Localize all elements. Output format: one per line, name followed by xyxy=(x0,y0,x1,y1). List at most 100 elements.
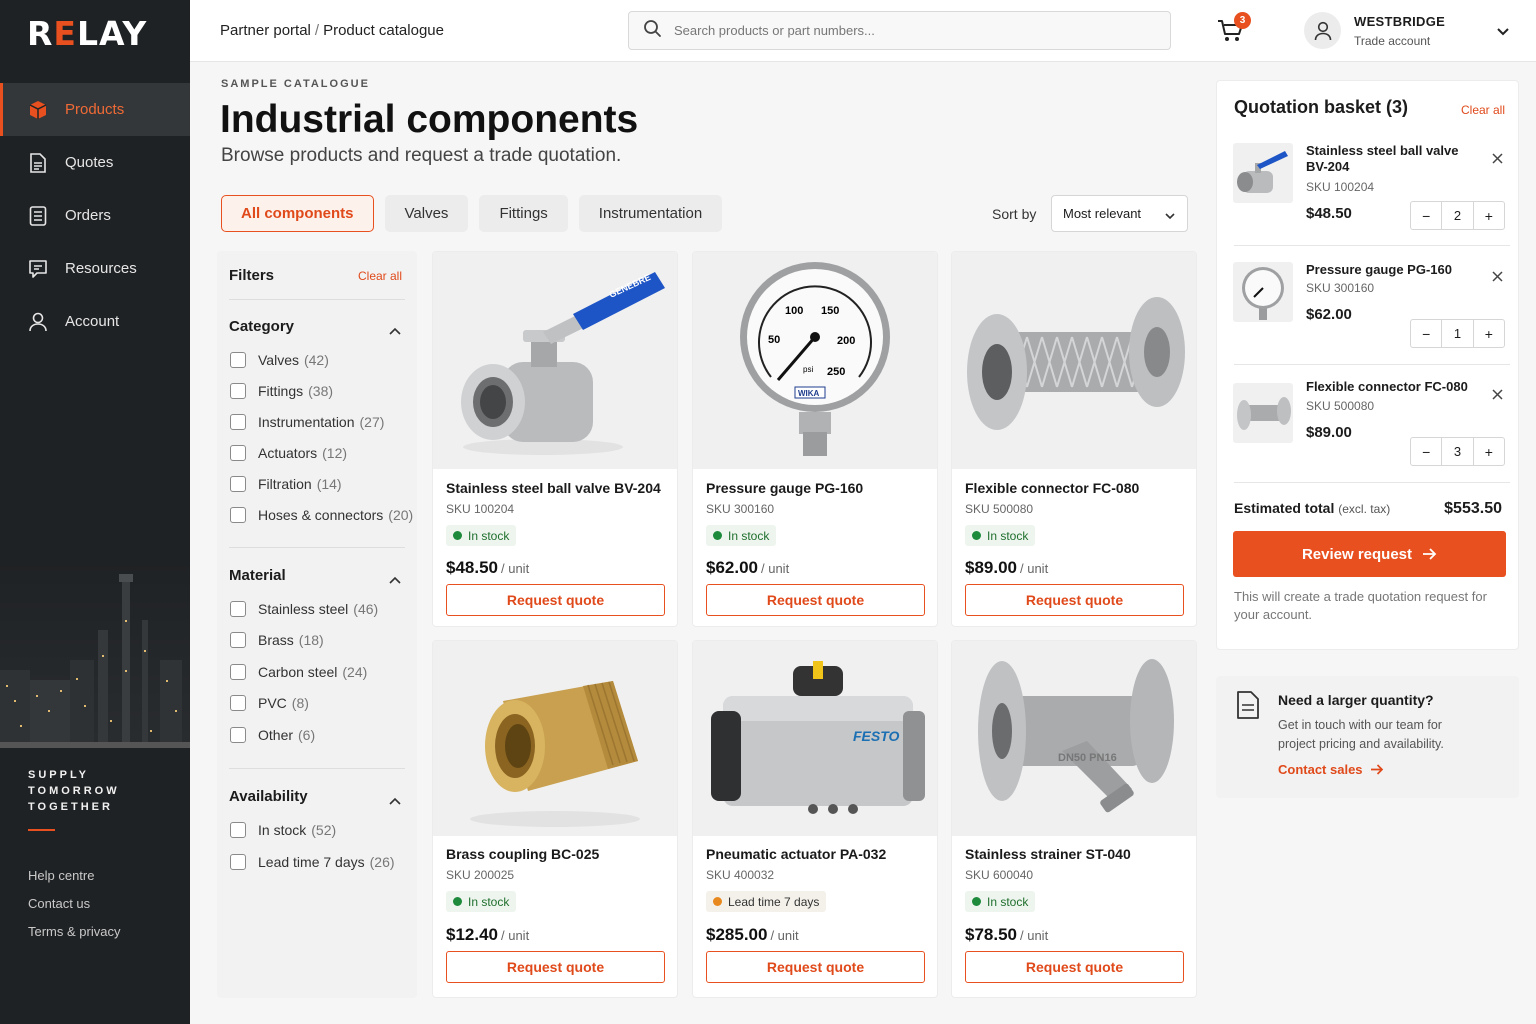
product-name[interactable]: Brass coupling BC-025 xyxy=(446,846,599,862)
filters-clear-all[interactable]: Clear all xyxy=(358,269,402,283)
checkbox[interactable] xyxy=(230,352,246,368)
checkbox[interactable] xyxy=(230,822,246,838)
tab-valves[interactable]: Valves xyxy=(384,195,469,232)
quantity-input[interactable]: 1 xyxy=(1441,320,1474,347)
status-badge: In stock xyxy=(965,891,1036,912)
chevron-up-icon[interactable] xyxy=(389,571,401,589)
quantity-stepper: − 1 + xyxy=(1410,319,1505,348)
checkbox[interactable] xyxy=(230,476,246,492)
request-quote-button[interactable]: Request quote xyxy=(446,584,665,616)
chat-icon xyxy=(28,259,48,279)
chevron-up-icon[interactable] xyxy=(389,792,401,810)
product-card[interactable]: Flexible connector FC-080 SKU 500080 In … xyxy=(951,251,1197,627)
checkbox[interactable] xyxy=(230,727,246,743)
quantity-input[interactable]: 2 xyxy=(1441,202,1474,229)
pressure-gauge-thumbnail xyxy=(1233,262,1293,322)
terms-privacy-link[interactable]: Terms & privacy xyxy=(28,923,120,951)
ball-valve-thumbnail xyxy=(1233,143,1293,203)
close-icon[interactable] xyxy=(1492,269,1503,287)
filter-option[interactable]: Lead time 7 days (26) xyxy=(230,854,395,870)
sidebar-item-products[interactable]: Products xyxy=(0,83,190,136)
contact-us-link[interactable]: Contact us xyxy=(28,895,120,923)
product-card[interactable]: FESTO Pneumatic actuator PA-032 SKU 4000… xyxy=(692,640,938,998)
request-quote-button[interactable]: Request quote xyxy=(965,584,1184,616)
tab-all-components[interactable]: All components xyxy=(221,195,374,232)
review-request-button[interactable]: Review request xyxy=(1233,531,1506,577)
request-quote-button[interactable]: Request quote xyxy=(446,951,665,983)
checkbox[interactable] xyxy=(230,664,246,680)
checkbox[interactable] xyxy=(230,383,246,399)
status-badge: In stock xyxy=(706,525,777,546)
close-icon[interactable] xyxy=(1492,387,1503,405)
checkbox[interactable] xyxy=(230,695,246,711)
product-sku: SKU 200025 xyxy=(446,868,515,882)
product-card[interactable]: 100 150 50 200 250 psi WIKA Pressure gau… xyxy=(692,251,938,627)
chevron-up-icon[interactable] xyxy=(389,322,401,340)
user-icon xyxy=(28,312,48,332)
product-card[interactable]: DN50 PN16 Stainless strainer ST-040 SKU … xyxy=(951,640,1197,998)
decrease-button[interactable]: − xyxy=(1411,320,1441,347)
filter-option[interactable]: Other (6) xyxy=(230,727,315,743)
filter-section-material[interactable]: Material xyxy=(229,567,286,584)
breadcrumb-root[interactable]: Partner portal xyxy=(220,22,311,39)
filter-option[interactable]: Actuators (12) xyxy=(230,445,347,461)
sidebar-item-account[interactable]: Account xyxy=(0,295,190,348)
decrease-button[interactable]: − xyxy=(1411,202,1441,229)
document-icon xyxy=(28,152,48,173)
festo-brand-mark: FESTO xyxy=(853,728,900,744)
product-card[interactable]: GENEBRE Stainless steel ball valve BV-20… xyxy=(432,251,678,627)
filter-option[interactable]: Fittings (38) xyxy=(230,383,333,399)
increase-button[interactable]: + xyxy=(1474,202,1504,229)
sidebar-item-quotes[interactable]: Quotes xyxy=(0,136,190,189)
avatar[interactable] xyxy=(1304,12,1341,49)
pneumatic-actuator-image: FESTO xyxy=(693,641,937,836)
filter-option[interactable]: Instrumentation (27) xyxy=(230,414,384,430)
checkbox[interactable] xyxy=(230,632,246,648)
tab-instrumentation[interactable]: Instrumentation xyxy=(578,195,723,232)
increase-button[interactable]: + xyxy=(1474,438,1504,465)
checkbox[interactable] xyxy=(230,854,246,870)
filter-option[interactable]: PVC (8) xyxy=(230,695,309,711)
basket-item-name: Flexible connector FC-080 xyxy=(1306,379,1468,394)
basket-clear-all[interactable]: Clear all xyxy=(1461,103,1505,117)
help-centre-link[interactable]: Help centre xyxy=(28,867,120,895)
quantity-input[interactable]: 3 xyxy=(1441,438,1474,465)
account-name[interactable]: WESTBRIDGE xyxy=(1354,14,1445,29)
sidebar-item-orders[interactable]: Orders xyxy=(0,189,190,242)
checkbox[interactable] xyxy=(230,601,246,617)
request-quote-button[interactable]: Request quote xyxy=(706,951,925,983)
chevron-down-icon[interactable] xyxy=(1496,24,1510,42)
checkbox[interactable] xyxy=(230,445,246,461)
filters-title: Filters xyxy=(229,267,275,284)
filter-section-category[interactable]: Category xyxy=(229,318,294,335)
tab-fittings[interactable]: Fittings xyxy=(479,195,568,232)
product-name[interactable]: Pressure gauge PG-160 xyxy=(706,480,863,496)
decrease-button[interactable]: − xyxy=(1411,438,1441,465)
contact-sales-link[interactable]: Contact sales xyxy=(1278,762,1384,777)
sidebar-item-resources[interactable]: Resources xyxy=(0,242,190,295)
search-input[interactable] xyxy=(674,23,1134,38)
close-icon[interactable] xyxy=(1492,151,1503,169)
checkbox[interactable] xyxy=(230,507,246,523)
relay-logo[interactable]: RELAY xyxy=(27,14,147,53)
request-quote-button[interactable]: Request quote xyxy=(706,584,925,616)
filter-option[interactable]: Filtration (14) xyxy=(230,476,342,492)
filter-option[interactable]: Stainless steel (46) xyxy=(230,601,378,617)
filter-option[interactable]: Valves (42) xyxy=(230,352,329,368)
filter-section-availability[interactable]: Availability xyxy=(229,788,308,805)
sort-select[interactable]: Most relevant xyxy=(1051,195,1188,232)
product-name[interactable]: Stainless steel ball valve BV-204 xyxy=(446,480,661,496)
product-card[interactable]: Brass coupling BC-025 SKU 200025 In stoc… xyxy=(432,640,678,998)
filter-option[interactable]: Hoses & connectors (20) xyxy=(230,507,413,523)
divider xyxy=(1234,364,1510,365)
product-name[interactable]: Stainless strainer ST-040 xyxy=(965,846,1131,862)
product-name[interactable]: Flexible connector FC-080 xyxy=(965,480,1139,496)
product-name[interactable]: Pneumatic actuator PA-032 xyxy=(706,846,886,862)
user-icon xyxy=(1314,21,1331,40)
checkbox[interactable] xyxy=(230,414,246,430)
filter-option[interactable]: Brass (18) xyxy=(230,632,324,648)
filter-option[interactable]: Carbon steel (24) xyxy=(230,664,367,680)
filter-option[interactable]: In stock (52) xyxy=(230,822,336,838)
request-quote-button[interactable]: Request quote xyxy=(965,951,1184,983)
increase-button[interactable]: + xyxy=(1474,320,1504,347)
